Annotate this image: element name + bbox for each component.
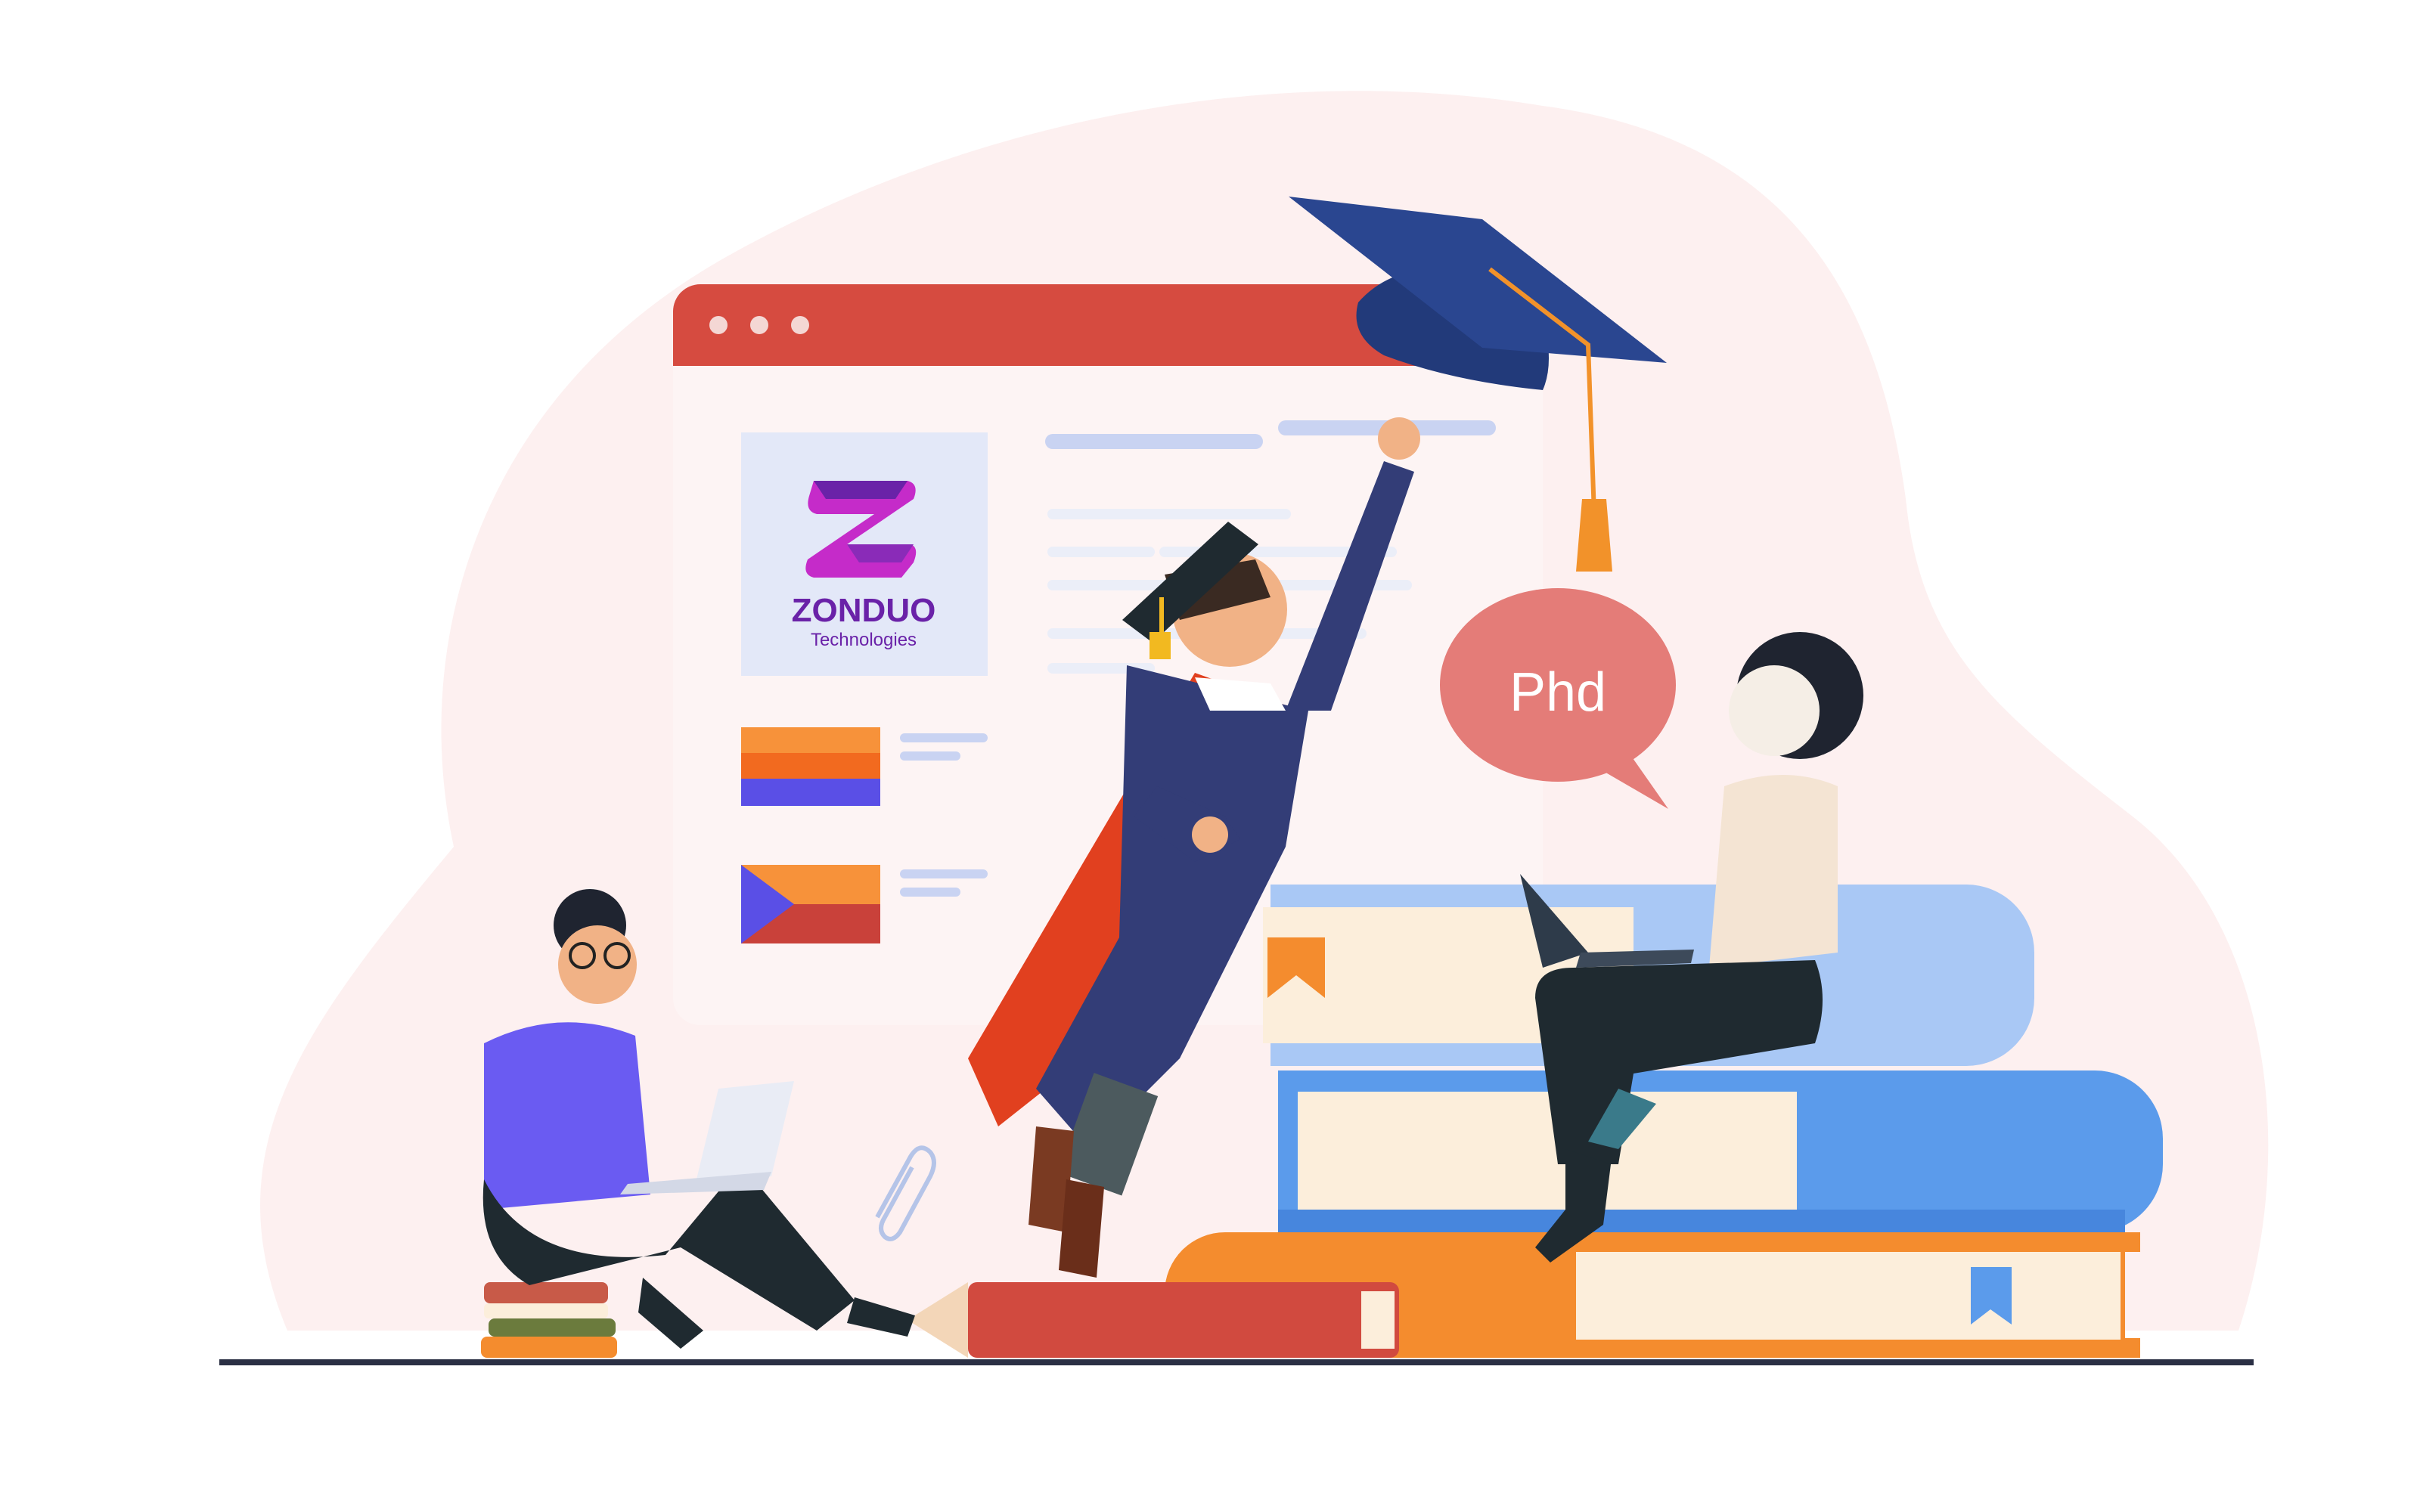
red-book (908, 1282, 1399, 1358)
browser-window-dots-icon (709, 316, 809, 334)
small-book-stack (481, 1282, 617, 1358)
speech-bubble-text: Phd (1509, 662, 1606, 723)
flag-icon (741, 865, 880, 943)
flag-icon (741, 727, 880, 806)
illustration-canvas: ZONDUO Technologies Phd (219, 91, 2269, 1365)
logo-name: ZONDUO (792, 592, 936, 629)
logo-subtitle: Technologies (811, 630, 917, 650)
